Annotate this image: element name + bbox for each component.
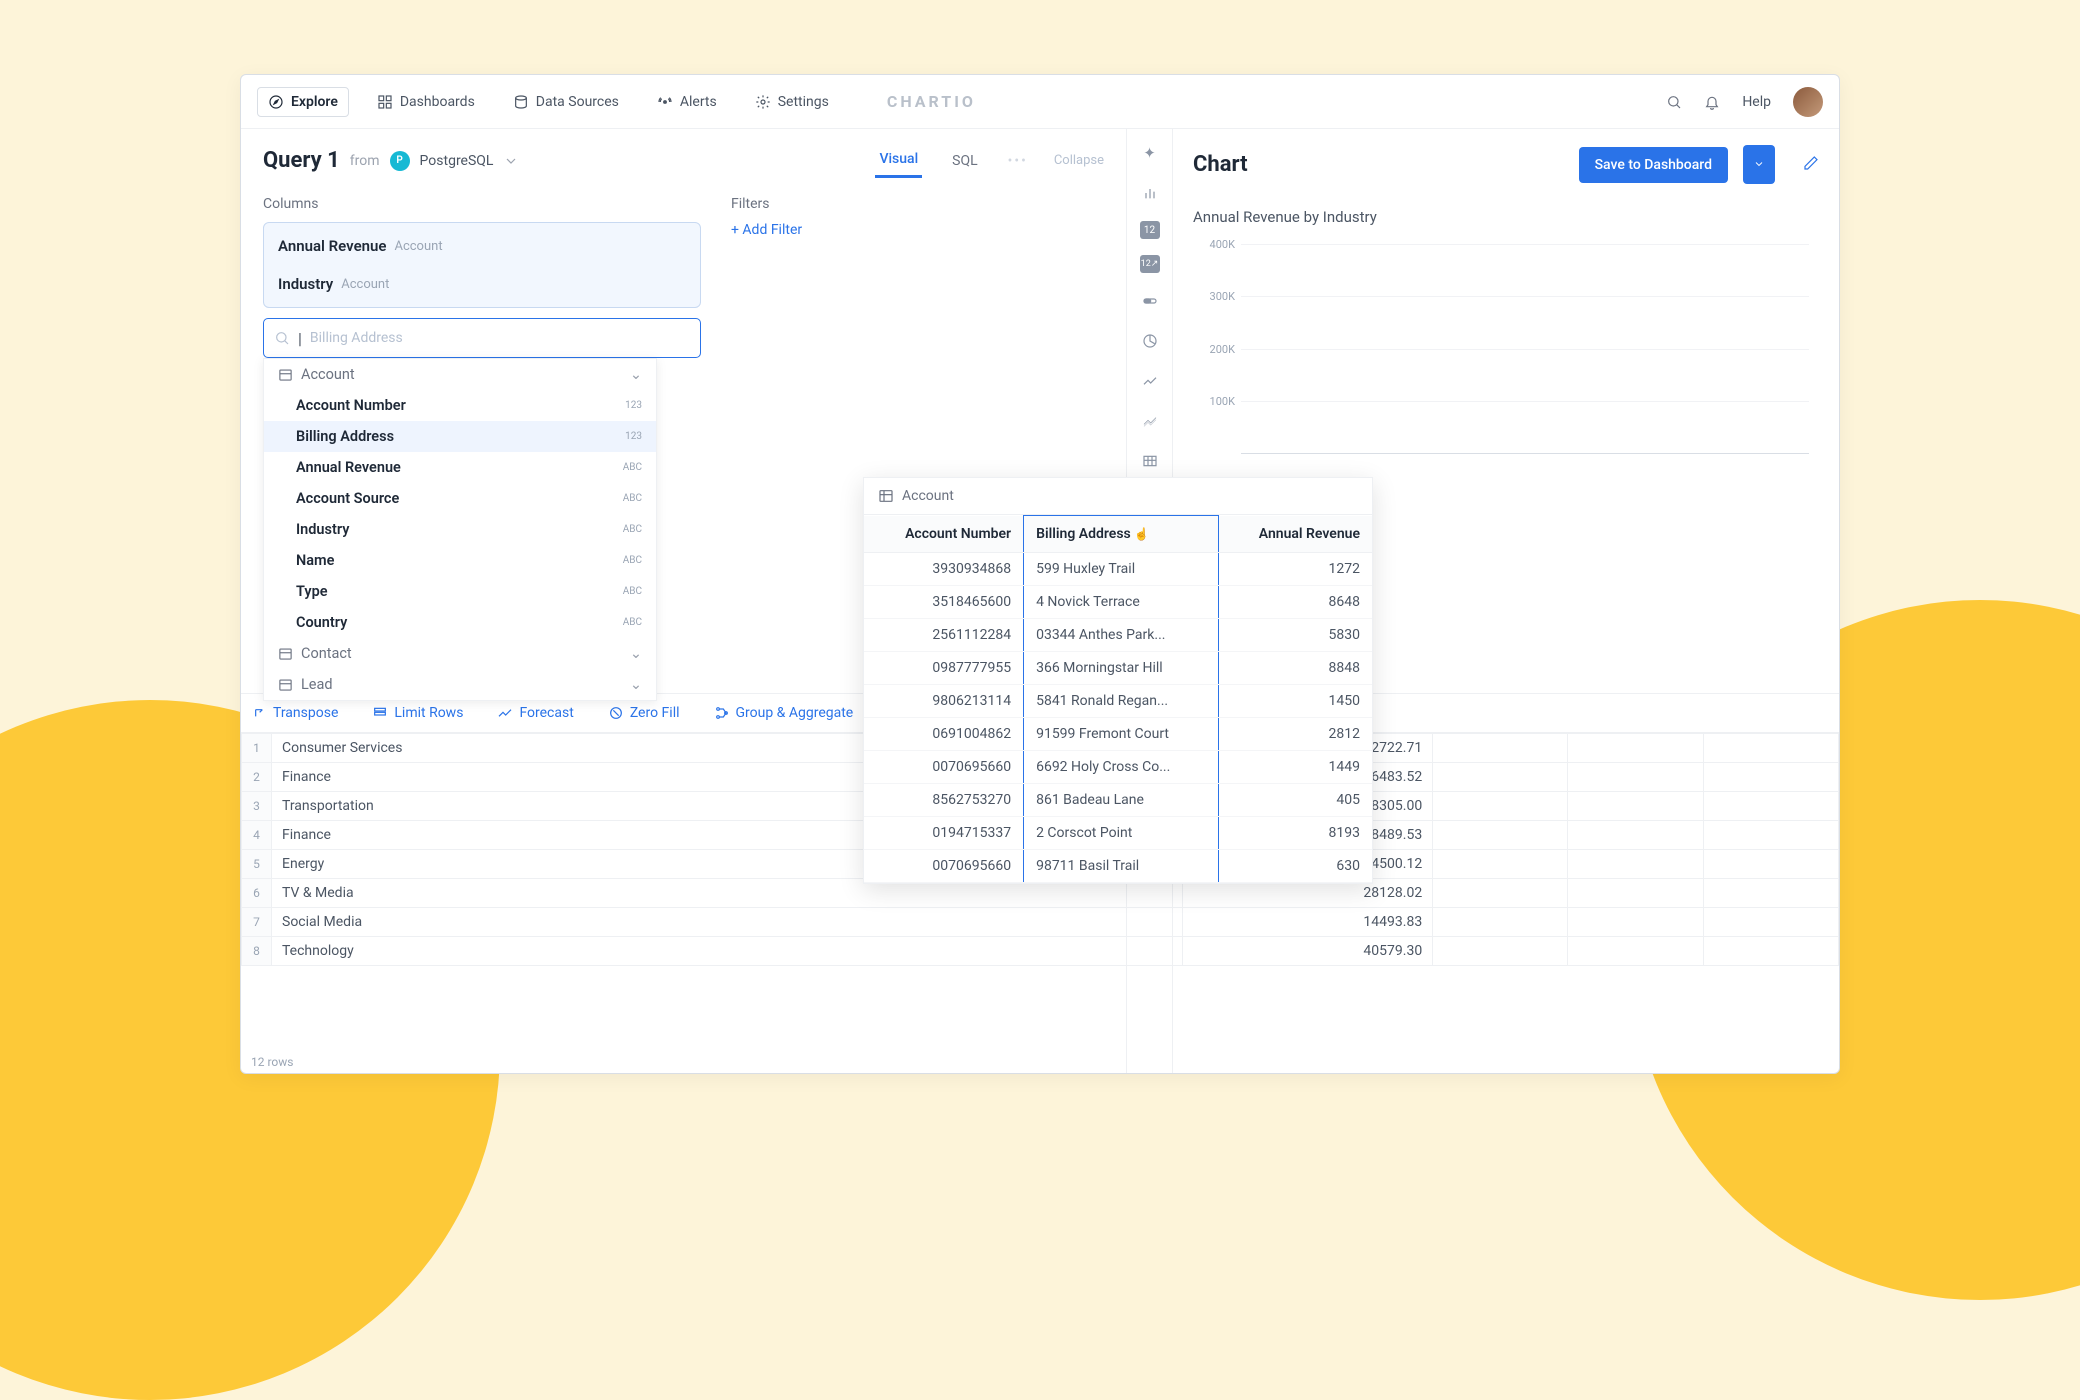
column-search-input[interactable]	[310, 330, 690, 346]
from-label: from	[350, 153, 380, 169]
tree-group[interactable]: Contact⌄	[264, 638, 656, 669]
tree-item[interactable]: Annual RevenueABC	[264, 452, 656, 483]
filters-label: Filters	[731, 196, 1169, 212]
table-icon	[278, 367, 293, 382]
chart-subtitle: Annual Revenue by Industry	[1193, 208, 1819, 226]
nav-alerts-label: Alerts	[680, 94, 717, 110]
table-row[interactable]: 0987777955366 Morningstar Hill8848	[864, 652, 1372, 685]
save-dropdown[interactable]	[1743, 145, 1775, 184]
source-badge: P	[390, 151, 410, 171]
search-icon[interactable]	[1666, 94, 1682, 110]
row-count: 12 rows	[251, 1055, 293, 1069]
edit-chart-icon[interactable]	[1803, 155, 1819, 175]
chart-canvas: 400K300K200K100K	[1241, 244, 1809, 454]
group-aggregate-action[interactable]: Group & Aggregate	[714, 705, 854, 721]
column-search[interactable]: |	[263, 318, 701, 358]
forecast-action[interactable]: Forecast	[497, 705, 573, 721]
nav-settings-label: Settings	[778, 94, 829, 110]
tree-item[interactable]: TypeABC	[264, 576, 656, 607]
table-row[interactable]: 256111228403344 Anthes Park...5830	[864, 619, 1372, 652]
compass-icon	[268, 94, 284, 110]
table-row[interactable]: 00706956606692 Holy Cross Co...1449	[864, 751, 1372, 784]
source-name[interactable]: PostgreSQL	[420, 153, 494, 169]
chevron-down-icon[interactable]	[503, 153, 519, 169]
number-compare-icon[interactable]: 12↗	[1140, 255, 1160, 273]
table-row[interactable]: 069100486291599 Fremont Court2812	[864, 718, 1372, 751]
tree-item[interactable]: Billing Address123	[264, 421, 656, 452]
tree-item[interactable]: Account Number123	[264, 390, 656, 421]
table-row[interactable]: 35184656004 Novick Terrace8648	[864, 586, 1372, 619]
preview-title: Account	[902, 488, 954, 504]
gear-icon	[755, 94, 771, 110]
data-preview: Account Account NumberBilling Address ☝A…	[863, 477, 1373, 884]
brand-logo: CHARTIO	[887, 92, 976, 111]
database-icon	[513, 94, 529, 110]
tree-item[interactable]: IndustryABC	[264, 514, 656, 545]
number-icon[interactable]: 12	[1140, 221, 1160, 239]
collapse-link[interactable]: Collapse	[1054, 153, 1104, 168]
pie-icon[interactable]	[1138, 329, 1162, 353]
help-link[interactable]: Help	[1742, 94, 1771, 110]
search-icon	[274, 330, 290, 346]
save-to-dashboard-button[interactable]: Save to Dashboard	[1579, 147, 1728, 183]
limit-rows-action[interactable]: Limit Rows	[372, 705, 463, 721]
preview-header[interactable]: Account Number	[864, 516, 1024, 553]
table-row[interactable]: 007069566098711 Basil Trail630	[864, 850, 1372, 883]
tree-group[interactable]: Lead⌄	[264, 669, 656, 700]
nav-dashboards[interactable]: Dashboards	[367, 88, 485, 116]
zero-fill-action[interactable]: Zero Fill	[608, 705, 680, 721]
table-row[interactable]: 8562753270861 Badeau Lane405	[864, 784, 1372, 817]
sparkle-icon[interactable]: ✦	[1138, 141, 1162, 165]
top-nav: Explore Dashboards Data Sources Alerts S…	[241, 75, 1839, 129]
table-row[interactable]: 01947153372 Corscot Point8193	[864, 817, 1372, 850]
gauge-icon[interactable]	[1138, 289, 1162, 313]
column-tree: Account⌄Account Number123Billing Address…	[263, 358, 657, 701]
avatar[interactable]	[1793, 87, 1823, 117]
table-icon	[278, 677, 293, 692]
broadcast-icon	[657, 94, 673, 110]
query-title: Query 1	[263, 148, 340, 173]
area-chart-icon[interactable]	[1138, 409, 1162, 433]
result-row[interactable]: 7Social Media14493.83	[242, 908, 1839, 937]
divider-dots: •••	[1008, 153, 1028, 169]
table-row[interactable]: 3930934868599 Huxley Trail1272	[864, 553, 1372, 586]
bar-chart-icon[interactable]	[1138, 181, 1162, 205]
tree-item[interactable]: CountryABC	[264, 607, 656, 638]
chart-title: Chart	[1193, 152, 1248, 177]
transpose-action[interactable]: Transpose	[251, 705, 338, 721]
table-chart-icon[interactable]	[1138, 449, 1162, 473]
result-row[interactable]: 8Technology40579.30	[242, 937, 1839, 966]
table-icon	[278, 646, 293, 661]
tree-item[interactable]: NameABC	[264, 545, 656, 576]
column-pill[interactable]: Industry Account	[264, 265, 700, 303]
nav-explore[interactable]: Explore	[257, 87, 349, 117]
tab-visual[interactable]: Visual	[875, 143, 922, 178]
preview-header[interactable]: Annual Revenue	[1218, 516, 1372, 553]
add-filter-button[interactable]: + Add Filter	[731, 222, 1169, 238]
columns-pillbox: Annual Revenue Account Industry Account	[263, 222, 701, 308]
tab-sql[interactable]: SQL	[948, 145, 981, 177]
line-chart-icon[interactable]	[1138, 369, 1162, 393]
nav-data-sources[interactable]: Data Sources	[503, 88, 629, 116]
table-row[interactable]: 98062131145841 Ronald Regan...1450	[864, 685, 1372, 718]
table-icon	[878, 488, 894, 504]
nav-data-sources-label: Data Sources	[536, 94, 619, 110]
preview-header[interactable]: Billing Address ☝	[1024, 516, 1219, 553]
column-pill[interactable]: Annual Revenue Account	[264, 227, 700, 265]
tree-item[interactable]: Account SourceABC	[264, 483, 656, 514]
grid-icon	[377, 94, 393, 110]
nav-dashboards-label: Dashboards	[400, 94, 475, 110]
columns-label: Columns	[263, 196, 701, 212]
bell-icon[interactable]	[1704, 94, 1720, 110]
app-window: Explore Dashboards Data Sources Alerts S…	[240, 74, 1840, 1074]
nav-settings[interactable]: Settings	[745, 88, 839, 116]
nav-explore-label: Explore	[291, 94, 338, 110]
nav-alerts[interactable]: Alerts	[647, 88, 727, 116]
tree-group[interactable]: Account⌄	[264, 359, 656, 390]
